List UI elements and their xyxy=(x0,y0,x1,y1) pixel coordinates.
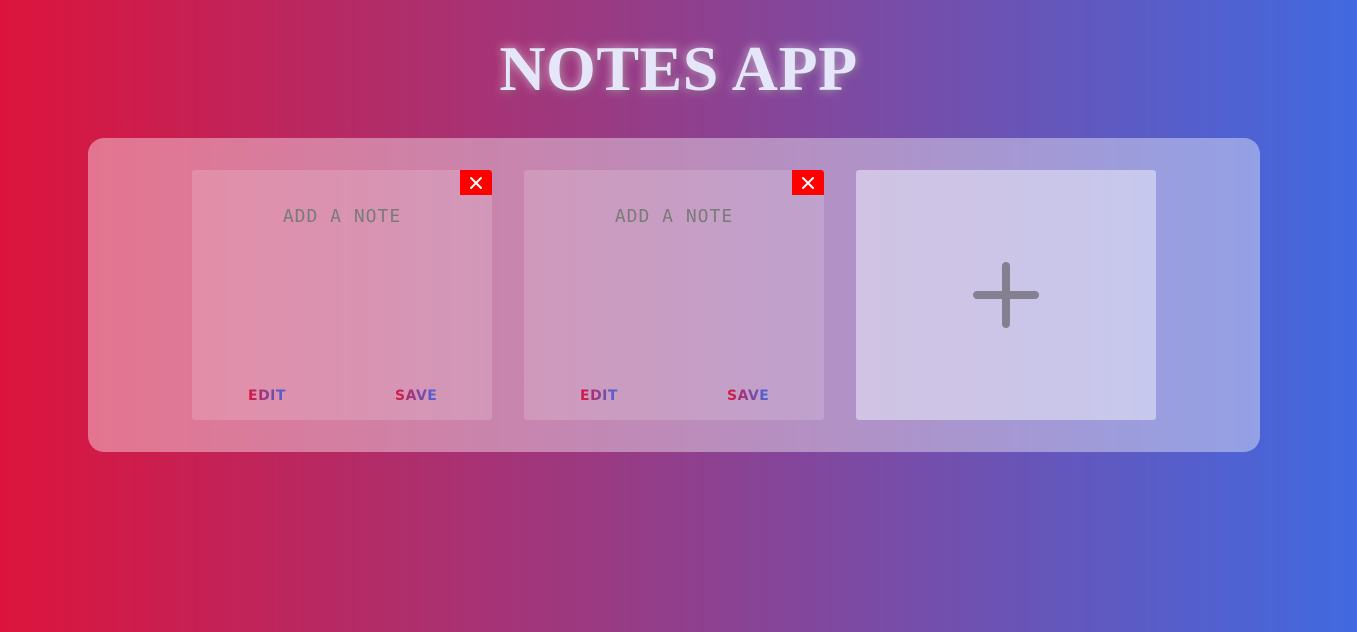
save-button[interactable]: SAVE xyxy=(727,388,769,404)
close-icon xyxy=(470,176,482,189)
app-title: NOTES APP xyxy=(499,33,858,104)
add-note-button[interactable] xyxy=(856,170,1156,420)
plus-icon xyxy=(973,262,1039,328)
save-button[interactable]: SAVE xyxy=(395,388,437,404)
edit-button[interactable]: EDIT xyxy=(248,388,286,404)
note-card: ADD A NOTE EDIT SAVE xyxy=(524,170,824,420)
note-card: ADD A NOTE EDIT SAVE xyxy=(192,170,492,420)
note-textarea[interactable]: ADD A NOTE xyxy=(524,206,824,227)
close-icon xyxy=(802,176,814,189)
edit-button[interactable]: EDIT xyxy=(580,388,618,404)
delete-note-button[interactable] xyxy=(460,170,492,195)
note-textarea[interactable]: ADD A NOTE xyxy=(192,206,492,227)
notes-board: ADD A NOTE EDIT SAVE ADD A NOTE EDIT SAV… xyxy=(88,138,1260,452)
delete-note-button[interactable] xyxy=(792,170,824,195)
